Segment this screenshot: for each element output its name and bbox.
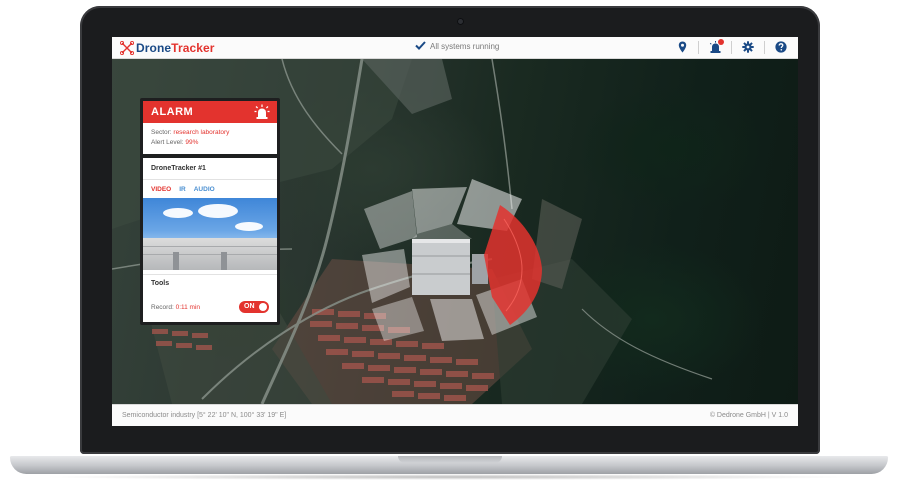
alarm-title: ALARM: [151, 106, 194, 118]
tab-audio[interactable]: AUDIO: [194, 186, 215, 193]
footer-bar: Semiconductor industry [5° 22' 10" N, 10…: [112, 404, 798, 426]
alert-level-value: 99%: [185, 139, 199, 146]
record-status: Record: 0:11 min: [151, 304, 200, 311]
alarm-details: Sector: research laboratory Alert Level:…: [151, 128, 229, 148]
toggle-knob: [259, 303, 267, 311]
laptop-base-notch: [398, 456, 502, 463]
feed-tabs: VIDEO IR AUDIO: [151, 186, 215, 193]
alarm-beacon-icon[interactable]: [708, 39, 724, 54]
app-screen: DroneTracker All systems running Semicon…: [112, 37, 798, 426]
tools-label: Tools: [151, 280, 170, 287]
location-pin-icon[interactable]: [675, 40, 689, 54]
alarm-siren-icon: [254, 104, 270, 125]
building-door: [173, 252, 179, 270]
logo-suffix: Tracker: [171, 40, 215, 55]
toolbar-separator: [698, 40, 699, 54]
tab-ir[interactable]: IR: [179, 186, 186, 193]
drone-tracker-card: DroneTracker #1 VIDEO IR AUDIO Tools Rec…: [143, 158, 277, 322]
alarm-level-line: Alert Level: 99%: [151, 138, 229, 148]
building-stripe: [143, 246, 277, 247]
record-label: Record:: [151, 304, 174, 311]
system-status: All systems running: [415, 41, 499, 52]
building-stripe: [143, 254, 277, 255]
toolbar-separator: [731, 40, 732, 54]
logo-prefix: Drone: [136, 40, 172, 55]
sector-label: Sector:: [151, 129, 172, 136]
alarm-panel: ALARM Sector: research laboratory Alert …: [140, 98, 280, 325]
building-image: [143, 238, 277, 270]
record-time: 0:11 min: [175, 304, 201, 311]
help-icon[interactable]: [774, 40, 788, 54]
laptop-shadow: [40, 474, 858, 480]
divider: [143, 179, 277, 180]
cloud: [163, 208, 193, 218]
logo-text: DroneTracker: [136, 41, 215, 55]
alarm-card[interactable]: ALARM Sector: research laboratory Alert …: [143, 101, 277, 154]
toolbar-separator: [764, 40, 765, 54]
video-feed[interactable]: [143, 198, 277, 270]
header-bar: DroneTracker All systems running: [112, 37, 798, 59]
cloud: [198, 204, 238, 218]
alarm-sector-line: Sector: research laboratory: [151, 128, 229, 138]
alarm-badge: [718, 39, 724, 45]
checkmark-icon: [415, 41, 426, 52]
alert-level-label: Alert Level:: [151, 139, 184, 146]
status-text: All systems running: [430, 42, 500, 51]
toggle-label: ON: [244, 303, 255, 310]
tab-video[interactable]: VIDEO: [151, 186, 171, 193]
alarm-header: ALARM: [143, 101, 277, 123]
divider: [143, 274, 277, 275]
cloud: [235, 222, 263, 231]
building-door: [221, 252, 227, 270]
sector-value: research laboratory: [173, 129, 230, 136]
webcam: [457, 18, 464, 25]
location-readout: Semiconductor industry [5° 22' 10" N, 10…: [122, 412, 287, 419]
app-logo[interactable]: DroneTracker: [120, 40, 215, 55]
record-toggle[interactable]: ON: [239, 301, 269, 313]
gear-icon[interactable]: [741, 40, 755, 54]
tracker-title: DroneTracker #1: [151, 165, 206, 172]
toolbar-icons: [666, 39, 788, 54]
version-credit: © Dedrone GmbH | V 1.0: [709, 412, 788, 419]
logo-mark-icon: [120, 40, 134, 55]
